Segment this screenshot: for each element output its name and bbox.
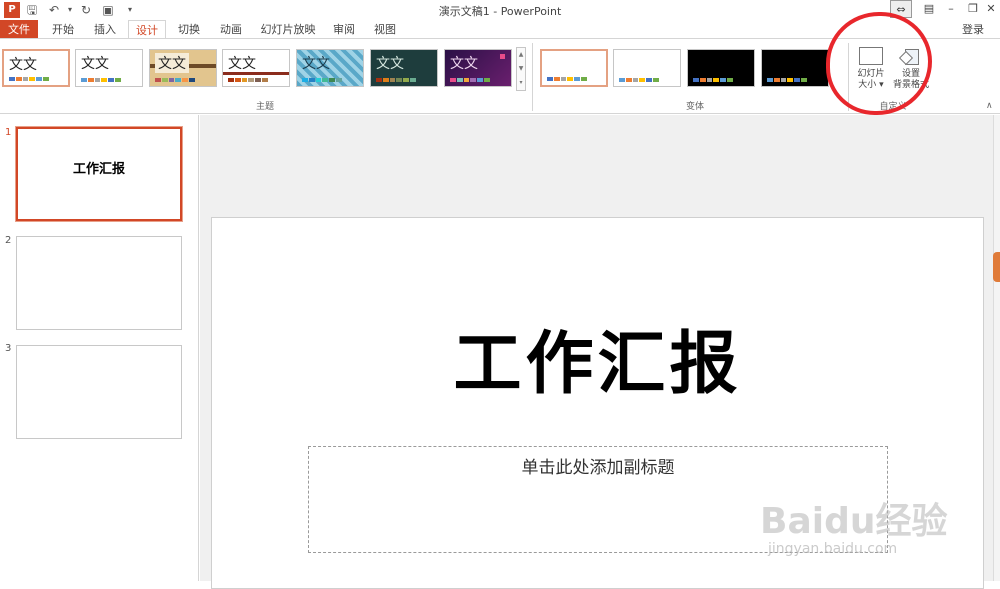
slide-number: 2 (5, 235, 12, 246)
tab-insert[interactable]: 插入 (86, 20, 124, 39)
tab-design[interactable]: 设计 (128, 20, 166, 39)
variant-4[interactable] (761, 49, 829, 87)
slide-thumbnail-2[interactable] (16, 236, 182, 330)
theme-sample-text: 文文 (81, 56, 109, 72)
slide-thumbnail-1[interactable]: 工作汇报 (15, 126, 183, 222)
variant-3[interactable] (687, 49, 755, 87)
theme-2[interactable]: 文文 (75, 49, 143, 87)
vertical-scrollbar[interactable] (993, 115, 1000, 581)
collapse-ribbon-icon[interactable]: ∧ (986, 101, 993, 111)
tab-slideshow[interactable]: 幻灯片放映 (256, 20, 320, 39)
tab-animations[interactable]: 动画 (212, 20, 250, 39)
theme-sample-text: 文文 (9, 57, 37, 73)
slide-number: 3 (5, 343, 12, 354)
variant-2[interactable] (613, 49, 681, 87)
theme-sample-text: 文文 (302, 56, 330, 72)
tab-home[interactable]: 开始 (44, 20, 82, 39)
theme-7[interactable]: 文文 (444, 49, 512, 87)
variant-1[interactable] (540, 49, 608, 87)
slide-title[interactable]: 工作汇报 (212, 308, 983, 407)
theme-4[interactable]: 文文 (222, 49, 290, 87)
minimize-button[interactable]: – (940, 0, 962, 18)
slide-thumbnail-3[interactable] (16, 345, 182, 439)
tab-transitions[interactable]: 切换 (170, 20, 208, 39)
theme-sample-text: 文文 (228, 56, 256, 72)
tab-view[interactable]: 视图 (366, 20, 404, 39)
watermark-logo: Baidu经验 (760, 501, 948, 542)
theme-office[interactable]: 文文 (2, 49, 70, 87)
side-handle-icon[interactable] (993, 252, 1000, 282)
subtitle-placeholder-text: 单击此处添加副标题 (521, 458, 675, 478)
slides-pane: 1 工作汇报 2 3 (0, 115, 199, 581)
theme-sample-text: 文文 (376, 56, 404, 72)
title-bar: P 🖫 ↶ ▾ ↻ ▣ ▾ 演示文稿1 - PowerPoint ⇔ ▤ – ❐… (0, 0, 1000, 20)
login-link[interactable]: 登录 (962, 21, 984, 37)
themes-group-label: 主题 (255, 102, 274, 112)
ribbon-display-icon[interactable]: ▤ (918, 0, 940, 18)
group-divider (532, 43, 533, 111)
themes-scroll[interactable]: ▲ ▼ ▾ (516, 47, 526, 91)
window-title: 演示文稿1 - PowerPoint (438, 5, 562, 18)
variants-group-label: 变体 (685, 102, 704, 112)
theme-3[interactable]: 文文 (149, 49, 217, 87)
theme-6[interactable]: 文文 (370, 49, 438, 87)
theme-sample-text: 文文 (155, 53, 189, 73)
theme-sample-text: 文文 (450, 56, 478, 72)
tab-review[interactable]: 审阅 (325, 20, 363, 39)
thumbnail-title: 工作汇报 (72, 162, 125, 177)
theme-5[interactable]: 文文 (296, 49, 364, 87)
slide-number: 1 (5, 127, 12, 138)
tab-file[interactable]: 文件 (0, 20, 38, 39)
close-button[interactable]: ✕ (980, 0, 1000, 18)
watermark-url: jingyan.baidu.com (768, 541, 898, 557)
